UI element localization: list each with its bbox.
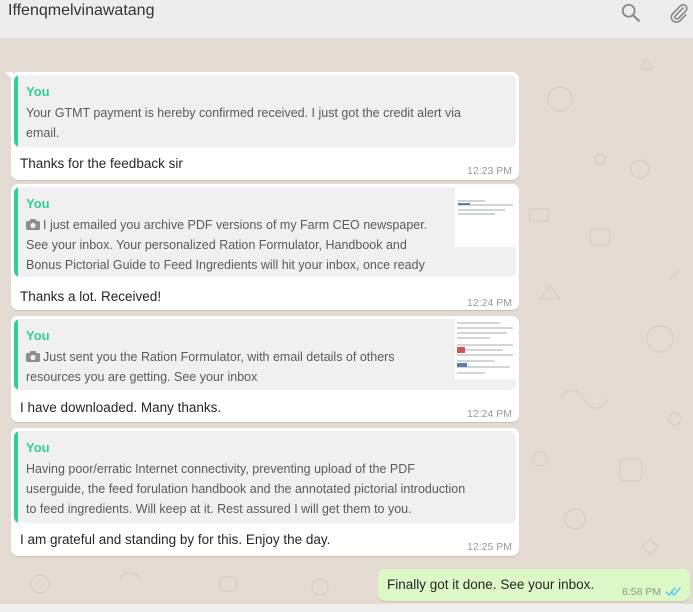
message-bubble[interactable]: You Your GTMT payment is hereby confirme…: [5, 72, 519, 180]
message-time: 6:58 PM: [622, 586, 662, 598]
message-text: I have downloaded. Many thanks.: [20, 400, 222, 415]
quote-author: You: [26, 196, 50, 211]
quoted-message[interactable]: You Having poor/erratic Internet connect…: [14, 431, 516, 523]
quote-accent-bar: [14, 319, 18, 390]
camera-icon: [26, 219, 40, 230]
camera-icon: [26, 351, 40, 362]
paperclip-icon[interactable]: [668, 2, 690, 24]
outgoing-message-bubble[interactable]: Finally got it done. See your inbox. 6:5…: [378, 569, 690, 601]
message-bubble[interactable]: You Having poor/erratic Internet connect…: [11, 428, 519, 556]
photo-thumbnail[interactable]: [455, 319, 516, 379]
composer-strip: [0, 604, 693, 612]
message-text: I am grateful and standing by for this. …: [20, 532, 331, 547]
quote-accent-bar: [14, 431, 18, 523]
search-icon[interactable]: [620, 2, 642, 24]
quote-accent-bar: [14, 187, 18, 277]
message-text: Thanks for the feedback sir: [20, 156, 183, 171]
quote-author: You: [26, 440, 50, 455]
quote-text: Just sent you the Ration Formulator, wit…: [26, 350, 395, 384]
message-text: Thanks a lot. Received!: [20, 289, 162, 304]
message-bubble[interactable]: You I just emailed you archive PDF versi…: [11, 184, 519, 310]
quote-author: You: [26, 84, 50, 99]
quote-accent-bar: [14, 75, 18, 147]
chat-area[interactable]: You Your GTMT payment is hereby confirme…: [0, 39, 693, 604]
photo-thumbnail[interactable]: [455, 187, 516, 247]
quoted-message[interactable]: You Your GTMT payment is hereby confirme…: [14, 75, 516, 147]
read-receipt-double-check-icon: [665, 587, 681, 597]
quote-text: Your GTMT payment is hereby confirmed re…: [26, 106, 461, 140]
message-time: 12:25 PM: [467, 541, 512, 553]
quoted-message[interactable]: You Just sent you the Ration Formulator,…: [14, 319, 516, 390]
quoted-message[interactable]: You I just emailed you archive PDF versi…: [14, 187, 516, 277]
message-time: 12:24 PM: [467, 408, 512, 420]
quote-author: You: [26, 328, 50, 343]
chat-header: Iffenqmelvinawatang: [0, 0, 693, 39]
message-bubble[interactable]: You Just sent you the Ration Formulator,…: [11, 316, 519, 422]
bubble-tail: [5, 72, 13, 80]
contact-name[interactable]: Iffenqmelvinawatang: [8, 2, 154, 20]
quote-text: I just emailed you archive PDF versions …: [26, 218, 428, 272]
quote-text: Having poor/erratic Internet connectivit…: [26, 462, 466, 516]
message-time: 12:23 PM: [467, 165, 512, 177]
message-time: 12:24 PM: [467, 297, 512, 309]
message-text: Finally got it done. See your inbox.: [387, 577, 595, 592]
